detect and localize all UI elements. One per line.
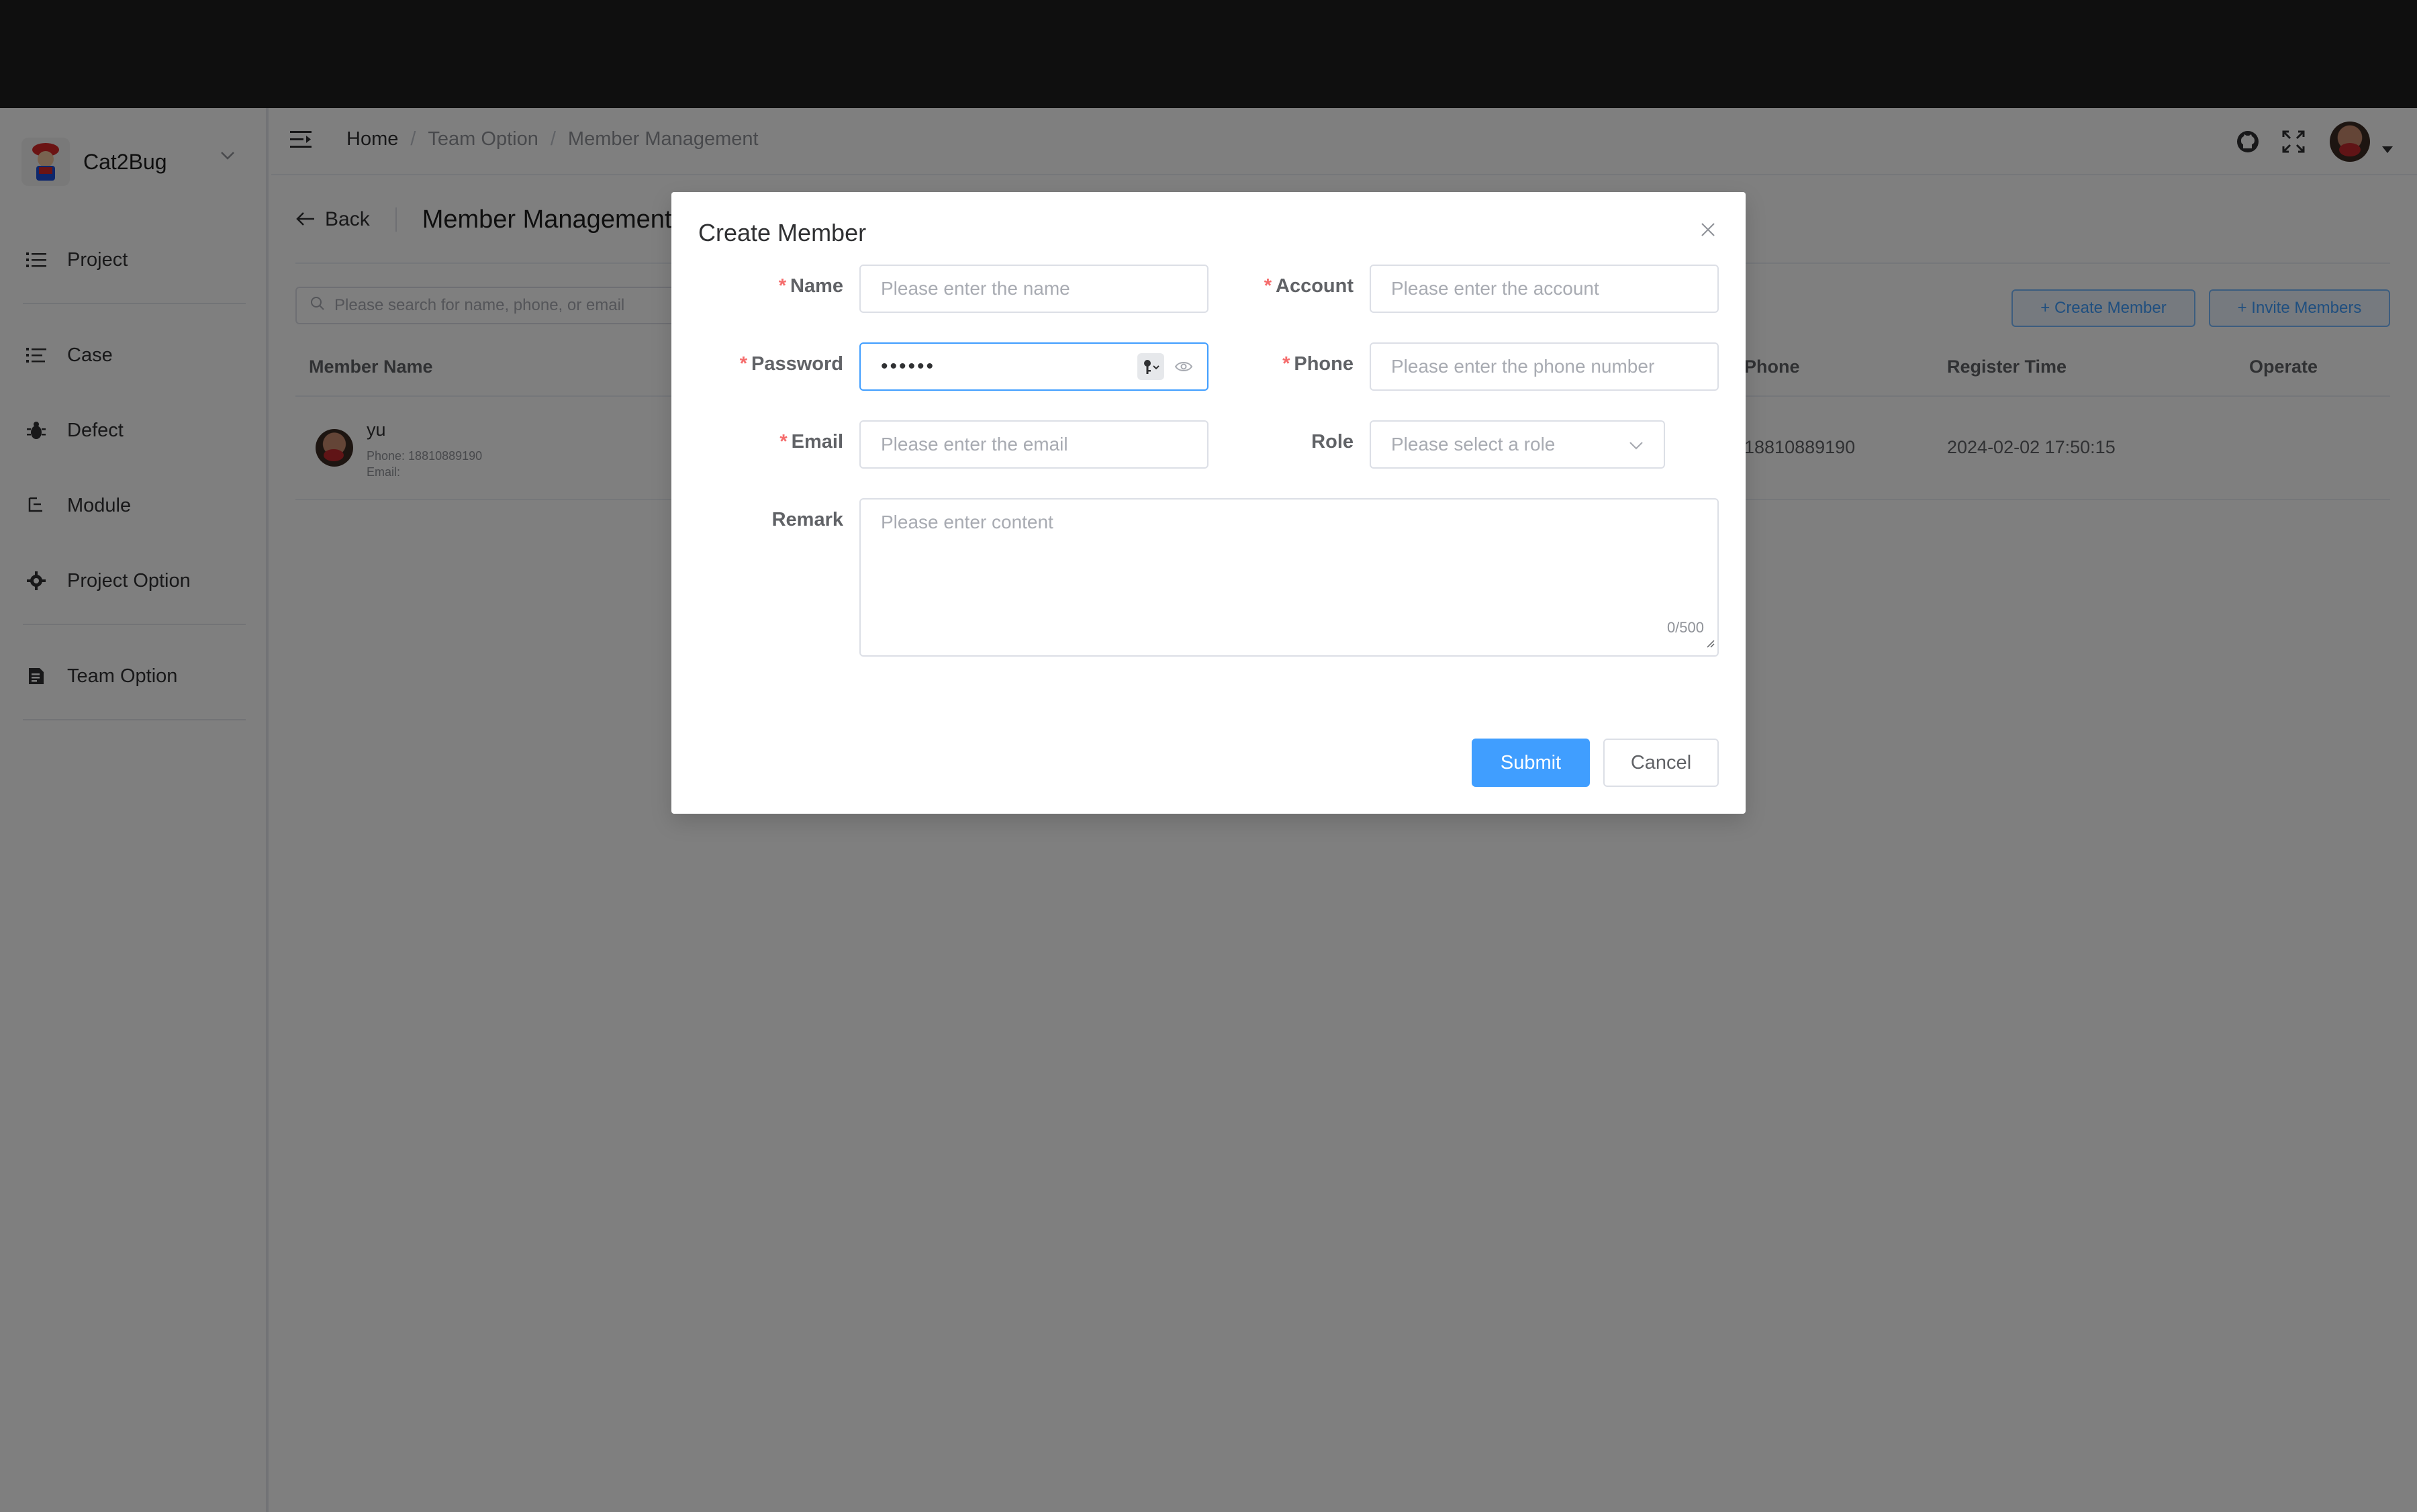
remark-placeholder: Please enter content — [881, 512, 1053, 532]
create-member-dialog: Create Member *Name *Account *Password •… — [671, 192, 1746, 814]
remark-label: Remark — [771, 509, 843, 530]
name-label: * Name — [778, 275, 843, 297]
email-label: * Email — [779, 431, 843, 453]
password-label: * Password — [739, 353, 843, 375]
chevron-down-icon — [1629, 434, 1644, 455]
char-counter: 0/500 — [1666, 619, 1704, 636]
phone-label: * Phone — [1282, 353, 1354, 375]
resize-handle-icon[interactable] — [1705, 631, 1715, 653]
required-mark: * — [739, 353, 747, 375]
required-mark: * — [779, 431, 788, 453]
account-field[interactable] — [1370, 265, 1719, 313]
key-icon[interactable] — [1137, 353, 1164, 380]
remark-textarea[interactable]: Please enter content 0/500 — [859, 498, 1719, 657]
eye-icon[interactable] — [1174, 357, 1194, 377]
name-field[interactable] — [859, 265, 1208, 313]
role-placeholder: Please select a role — [1391, 434, 1556, 455]
required-mark: * — [1282, 353, 1290, 375]
dialog-title: Create Member — [698, 219, 867, 246]
required-mark: * — [778, 275, 786, 297]
close-icon[interactable] — [1697, 219, 1719, 240]
account-label: * Account — [1264, 275, 1354, 297]
required-mark: * — [1264, 275, 1272, 297]
cancel-button[interactable]: Cancel — [1603, 739, 1719, 787]
submit-button[interactable]: Submit — [1472, 739, 1590, 787]
password-field[interactable]: •••••• — [859, 342, 1208, 391]
email-field[interactable] — [859, 420, 1208, 469]
role-label: Role — [1311, 431, 1354, 453]
phone-field[interactable] — [1370, 342, 1719, 391]
role-select[interactable]: Please select a role — [1370, 420, 1665, 469]
password-value: •••••• — [881, 355, 936, 377]
